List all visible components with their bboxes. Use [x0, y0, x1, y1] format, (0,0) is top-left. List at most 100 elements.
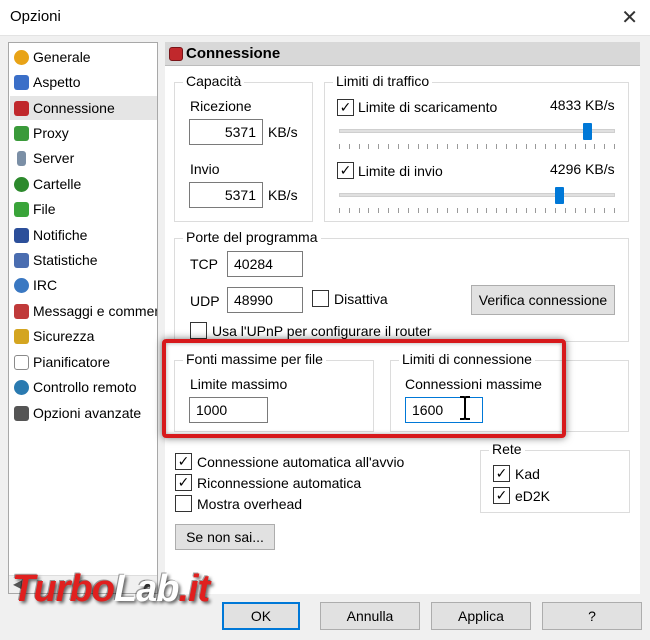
max-sources-group: Fonti massime per file Limite massimo: [174, 351, 374, 432]
sidebar-item-label: Messaggi e commenti: [33, 303, 158, 319]
cancel-button[interactable]: Annulla: [320, 602, 420, 630]
slider-tick: [565, 144, 566, 149]
slider-tick: [398, 208, 399, 213]
overhead-checkbox[interactable]: [175, 495, 192, 512]
sidebar-item-irc[interactable]: IRC: [10, 273, 157, 297]
slider-tick: [555, 144, 556, 149]
ed2k-label: eD2K: [515, 488, 551, 504]
reconnect-checkbox[interactable]: ✓: [175, 474, 192, 491]
advanced-icon: [14, 406, 29, 421]
slider-tick: [339, 144, 340, 149]
sidebar-item-server[interactable]: Server: [10, 146, 157, 170]
sidebar-item-label: File: [33, 201, 56, 217]
upload-limit-checkbox[interactable]: ✓: [337, 162, 354, 179]
ports-legend: Porte del programma: [183, 229, 321, 245]
slider-tick: [408, 208, 409, 213]
sidebar-item-opzioni-avanzate[interactable]: Opzioni avanzate: [10, 401, 157, 425]
verify-connection-button[interactable]: Verifica connessione: [471, 285, 615, 315]
kad-checkbox[interactable]: ✓: [493, 465, 510, 482]
upnp-checkbox[interactable]: [190, 322, 207, 339]
slider-tick: [535, 208, 536, 213]
max-sources-label: Limite massimo: [190, 376, 288, 392]
sidebar-item-pianificatore[interactable]: Pianificatore: [10, 350, 157, 374]
sidebar-item-label: Sicurezza: [33, 328, 95, 344]
upload-slider-ticks: [339, 208, 615, 214]
download-limit-checkbox[interactable]: ✓: [337, 99, 354, 116]
overhead-label: Mostra overhead: [197, 496, 303, 512]
messages-icon: [14, 304, 29, 319]
connection-icon: [14, 101, 29, 116]
sidebar-item-file[interactable]: File: [10, 197, 157, 221]
slider-tick: [575, 144, 576, 149]
sidebar-item-connessione[interactable]: Connessione: [10, 96, 157, 120]
slider-tick: [614, 208, 615, 213]
sidebar-item-label: Cartelle: [33, 176, 82, 192]
close-icon[interactable]: ✕: [621, 5, 638, 30]
slider-tick: [585, 208, 586, 213]
reconnect-label: Riconnessione automatica: [197, 475, 362, 491]
tcp-port-input[interactable]: [227, 251, 303, 277]
apply-button[interactable]: Applica: [431, 602, 531, 630]
download-slider-thumb[interactable]: [583, 123, 592, 140]
slider-tick: [378, 208, 379, 213]
slider-tick: [368, 144, 369, 149]
upload-limit-slider[interactable]: [339, 187, 615, 204]
slider-tick: [339, 208, 340, 213]
sidebar-item-proxy[interactable]: Proxy: [10, 121, 157, 145]
autoconnect-label: Connessione automatica all'avvio: [197, 454, 405, 470]
proxy-icon: [14, 126, 29, 141]
slider-tick: [408, 144, 409, 149]
sidebar-item-label: Controllo remoto: [33, 379, 137, 395]
upload-slider-thumb[interactable]: [555, 187, 564, 204]
statistics-icon: [14, 253, 29, 268]
irc-icon: [14, 278, 29, 293]
download-unit-label: KB/s: [268, 124, 298, 140]
slider-tick: [604, 144, 605, 149]
folder-icon: [14, 177, 29, 192]
sidebar-item-sicurezza[interactable]: Sicurezza: [10, 324, 157, 348]
download-limit-slider[interactable]: [339, 123, 615, 140]
sidebar-item-aspetto[interactable]: Aspetto: [10, 70, 157, 94]
sidebar-item-label: Pianificatore: [33, 354, 111, 370]
slider-tick: [535, 144, 536, 149]
slider-tick: [585, 144, 586, 149]
help-button[interactable]: ?: [542, 602, 642, 630]
notification-icon: [14, 228, 29, 243]
slider-tick: [359, 144, 360, 149]
slider-tick: [496, 144, 497, 149]
slider-tick: [594, 208, 595, 213]
sidebar-item-label: Notifiche: [33, 227, 88, 243]
slider-tick: [427, 144, 428, 149]
max-connections-input[interactable]: [405, 397, 483, 423]
ok-button[interactable]: OK: [222, 602, 300, 630]
window-title: Opzioni: [10, 8, 61, 25]
disable-udp-checkbox[interactable]: [312, 290, 329, 307]
upload-capacity-input[interactable]: [189, 182, 263, 208]
slider-tick: [378, 144, 379, 149]
sidebar-item-messaggi[interactable]: Messaggi e commenti: [10, 299, 157, 323]
slider-tick: [447, 208, 448, 213]
globe-icon: [14, 380, 29, 395]
network-group: Rete ✓ Kad ✓ eD2K: [480, 441, 630, 513]
max-sources-input[interactable]: [189, 397, 268, 423]
download-capacity-input[interactable]: [189, 119, 263, 145]
ed2k-checkbox[interactable]: ✓: [493, 487, 510, 504]
slider-tick: [349, 208, 350, 213]
panel-title: Connessione: [186, 45, 281, 62]
max-sources-legend: Fonti massime per file: [183, 351, 326, 367]
sidebar-item-generale[interactable]: Generale: [10, 45, 157, 69]
palette-icon: [14, 75, 29, 90]
help-not-sure-button[interactable]: Se non sai...: [175, 524, 275, 550]
slider-tick: [388, 208, 389, 213]
autoconnect-checkbox[interactable]: ✓: [175, 453, 192, 470]
sidebar-item-statistiche[interactable]: Statistiche: [10, 248, 157, 272]
watermark-logo: TurboLab.it: [12, 568, 210, 610]
slider-tick: [594, 144, 595, 149]
sidebar-item-controllo-remoto[interactable]: Controllo remoto: [10, 375, 157, 399]
udp-label: UDP: [190, 293, 220, 309]
slider-tick: [486, 208, 487, 213]
slider-tick: [467, 144, 468, 149]
sidebar-item-notifiche[interactable]: Notifiche: [10, 223, 157, 247]
udp-port-input[interactable]: [227, 287, 303, 313]
sidebar-item-cartelle[interactable]: Cartelle: [10, 172, 157, 196]
